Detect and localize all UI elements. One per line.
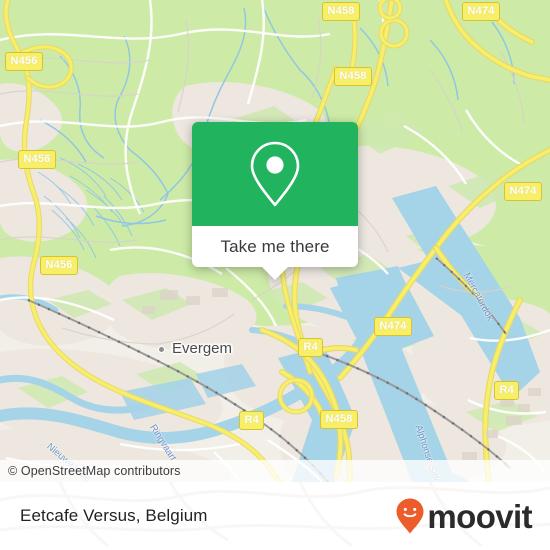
road-shield: N474 [462,2,501,21]
road-shield: R4 [494,381,520,400]
place-label: Evergem [172,340,233,357]
road-shield: N458 [320,410,359,429]
osm-attribution-text: © OpenStreetMap contributors [8,464,181,478]
road-shield: R4 [239,411,265,430]
road-shield: N456 [18,150,57,169]
page-title: Eetcafe Versus, Belgium [20,506,208,525]
moovit-smiley-pin-icon [396,498,424,534]
take-me-there-callout[interactable]: Take me there [192,122,358,280]
moovit-wordmark: moovit [427,497,532,535]
footer-bar: Eetcafe Versus, Belgium moovit [0,482,550,550]
road-shield: N458 [334,67,373,86]
place-dot [158,346,165,353]
moovit-logo[interactable]: moovit [395,497,533,535]
callout-button[interactable]: Take me there [192,226,358,280]
location-pin-icon [250,141,300,207]
road-shield: N474 [504,182,543,201]
road-shield: N456 [5,52,44,71]
callout-pointer [261,266,289,280]
osm-attribution-bar: © OpenStreetMap contributors [0,460,550,482]
screenshot-root: N456 N456 N456 N458 N458 N474 N474 N474 R4 R4 N458… [0,0,550,550]
road-shield: N458 [322,2,361,21]
callout-icon-area [192,122,358,226]
road-shield: N456 [40,256,79,275]
road-shield: R4 [298,338,324,357]
road-shield: N474 [374,317,413,336]
callout-button-label: Take me there [220,236,330,256]
